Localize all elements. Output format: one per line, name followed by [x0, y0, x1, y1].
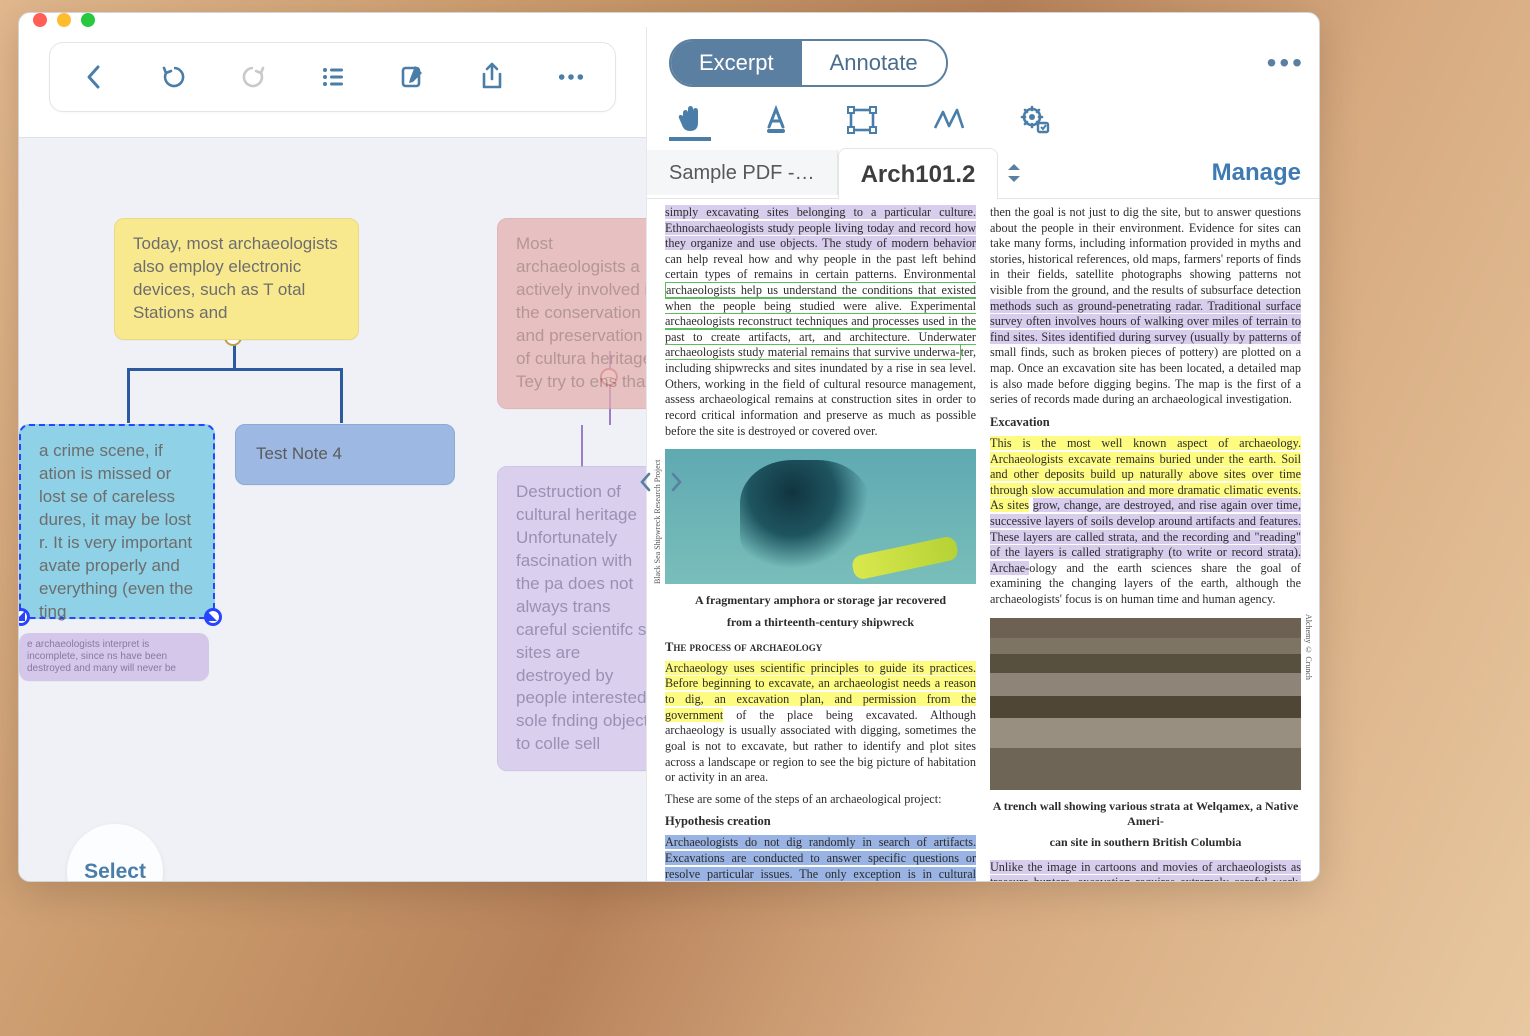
hl-green-box: archaeologists help us understand the co… [665, 282, 976, 360]
outline-icon[interactable] [319, 63, 347, 91]
node-text: Destruction of cultural heritage Unfortu… [516, 482, 646, 753]
node-text: Most archaeologists a actively involved … [516, 234, 646, 391]
pdf-col-left: simply excavating sites belonging to a p… [665, 205, 976, 882]
node-red[interactable]: Most archaeologists a actively involved … [497, 218, 646, 409]
more-icon[interactable] [557, 63, 585, 91]
reader-tools [647, 95, 1319, 141]
node-text: a crime scene, if ation is missed or los… [39, 441, 193, 621]
sub-heading: Excavation [990, 414, 1301, 430]
node-selected[interactable]: a crime scene, if ation is missed or los… [19, 424, 215, 619]
link-line [127, 368, 130, 423]
node-tiny[interactable]: e archaeologists interpret is incomplete… [19, 633, 209, 681]
node-test4[interactable]: Test Note 4 [235, 424, 455, 485]
pdf-col-right: then the goal is not just to dig the sit… [990, 205, 1301, 882]
figure-placeholder [665, 449, 976, 584]
pdf-text: ology and the earth sciences share the g… [990, 561, 1301, 606]
hl-blue: Archaeologists do not dig randomly in se… [665, 835, 976, 882]
sub-heading: Hypothesis creation [665, 813, 976, 829]
hand-tool-icon[interactable] [669, 99, 711, 141]
tab-label: Sample PDF -… [669, 162, 815, 184]
section-heading: The process of archaeology [665, 639, 976, 655]
link-line [340, 368, 343, 423]
minimize-icon[interactable] [57, 13, 71, 27]
chevron-left-icon[interactable] [635, 471, 657, 493]
annotate-tab[interactable]: Annotate [802, 41, 946, 85]
edit-icon[interactable] [398, 63, 426, 91]
node-text: e archaeologists interpret is incomplete… [27, 639, 176, 674]
pdf-text: can help reveal how and why people in th… [665, 252, 976, 282]
tab-label: Arch101.2 [861, 161, 976, 188]
manage-label: Manage [1212, 159, 1301, 186]
reader-pane: Excerpt Annotate ••• [646, 27, 1319, 882]
app-window: − − Today, most archaeologists also empl… [18, 12, 1320, 882]
figure-credit: Alchemy © Crunch [1303, 614, 1313, 790]
share-icon[interactable] [478, 63, 506, 91]
mindmap-pane: − − Today, most archaeologists also empl… [19, 27, 646, 882]
pdf-text: then the goal is not just to dig the sit… [990, 205, 1301, 297]
figure-placeholder [990, 618, 1301, 790]
text-highlight-icon[interactable] [755, 99, 797, 141]
tab-active[interactable]: Arch101.2 [838, 148, 999, 199]
excerpt-label: Excerpt [699, 50, 774, 76]
titlebar [19, 13, 1319, 27]
chevron-right-icon[interactable] [665, 471, 687, 493]
node-lavender[interactable]: Destruction of cultural heritage Unfortu… [497, 466, 646, 771]
hl-purple: methods such as ground-penetrating radar… [990, 299, 1301, 344]
figure-caption: from a thirteenth-century shipwreck [665, 612, 976, 633]
pane-divider[interactable] [635, 471, 687, 493]
figure-credit: Black Sea Shipwreck Research Project [653, 445, 663, 584]
reader-more-icon[interactable]: ••• [1267, 47, 1305, 79]
link-line [127, 368, 343, 371]
rect-select-icon[interactable] [841, 99, 883, 141]
node-text: Test Note 4 [256, 444, 342, 463]
sort-icon[interactable] [998, 161, 1030, 185]
resize-handle-icon[interactable] [204, 608, 222, 626]
hl-purple: Unlike the image in cartoons and movies … [990, 860, 1301, 882]
lasso-tool-icon[interactable] [927, 99, 969, 141]
link-line [581, 425, 583, 467]
undo-icon[interactable] [160, 63, 188, 91]
back-icon[interactable] [80, 63, 108, 91]
annotate-label: Annotate [830, 50, 918, 76]
select-label: Select [84, 860, 146, 882]
node-text: Today, most archaeologists also employ e… [133, 234, 338, 322]
content-split: − − Today, most archaeologists also empl… [19, 27, 1319, 882]
manage-button[interactable]: Manage [1194, 159, 1319, 187]
hl-purple: simply excavating sites belonging to a p… [665, 205, 976, 250]
pdf-text: These are some of the steps of an archae… [665, 792, 976, 808]
pdf-viewport[interactable]: simply excavating sites belonging to a p… [647, 199, 1319, 882]
mindmap-canvas[interactable]: − − Today, most archaeologists also empl… [19, 137, 646, 882]
figure-caption: A trench wall showing various strata at … [990, 796, 1301, 833]
redo-icon [239, 63, 267, 91]
mode-segment: Excerpt Annotate [669, 39, 948, 87]
reader-topbar: Excerpt Annotate ••• [647, 27, 1319, 95]
figure-caption: can site in southern British Columbia [990, 832, 1301, 853]
resize-handle-icon[interactable] [19, 608, 30, 626]
tab-sample[interactable]: Sample PDF -… [647, 150, 838, 195]
maximize-icon[interactable] [81, 13, 95, 27]
pdf-text: small finds, such as broken pieces of po… [990, 345, 1301, 406]
close-icon[interactable] [33, 13, 47, 27]
settings-icon[interactable] [1013, 99, 1055, 141]
excerpt-tab[interactable]: Excerpt [671, 41, 802, 85]
figure-caption: A fragmentary amphora or storage jar rec… [665, 590, 976, 611]
select-button[interactable]: Select [67, 824, 163, 882]
doc-tabbar: Sample PDF -… Arch101.2 Manage [647, 147, 1319, 199]
node-root[interactable]: Today, most archaeologists also employ e… [114, 218, 359, 340]
left-toolbar [49, 42, 616, 112]
